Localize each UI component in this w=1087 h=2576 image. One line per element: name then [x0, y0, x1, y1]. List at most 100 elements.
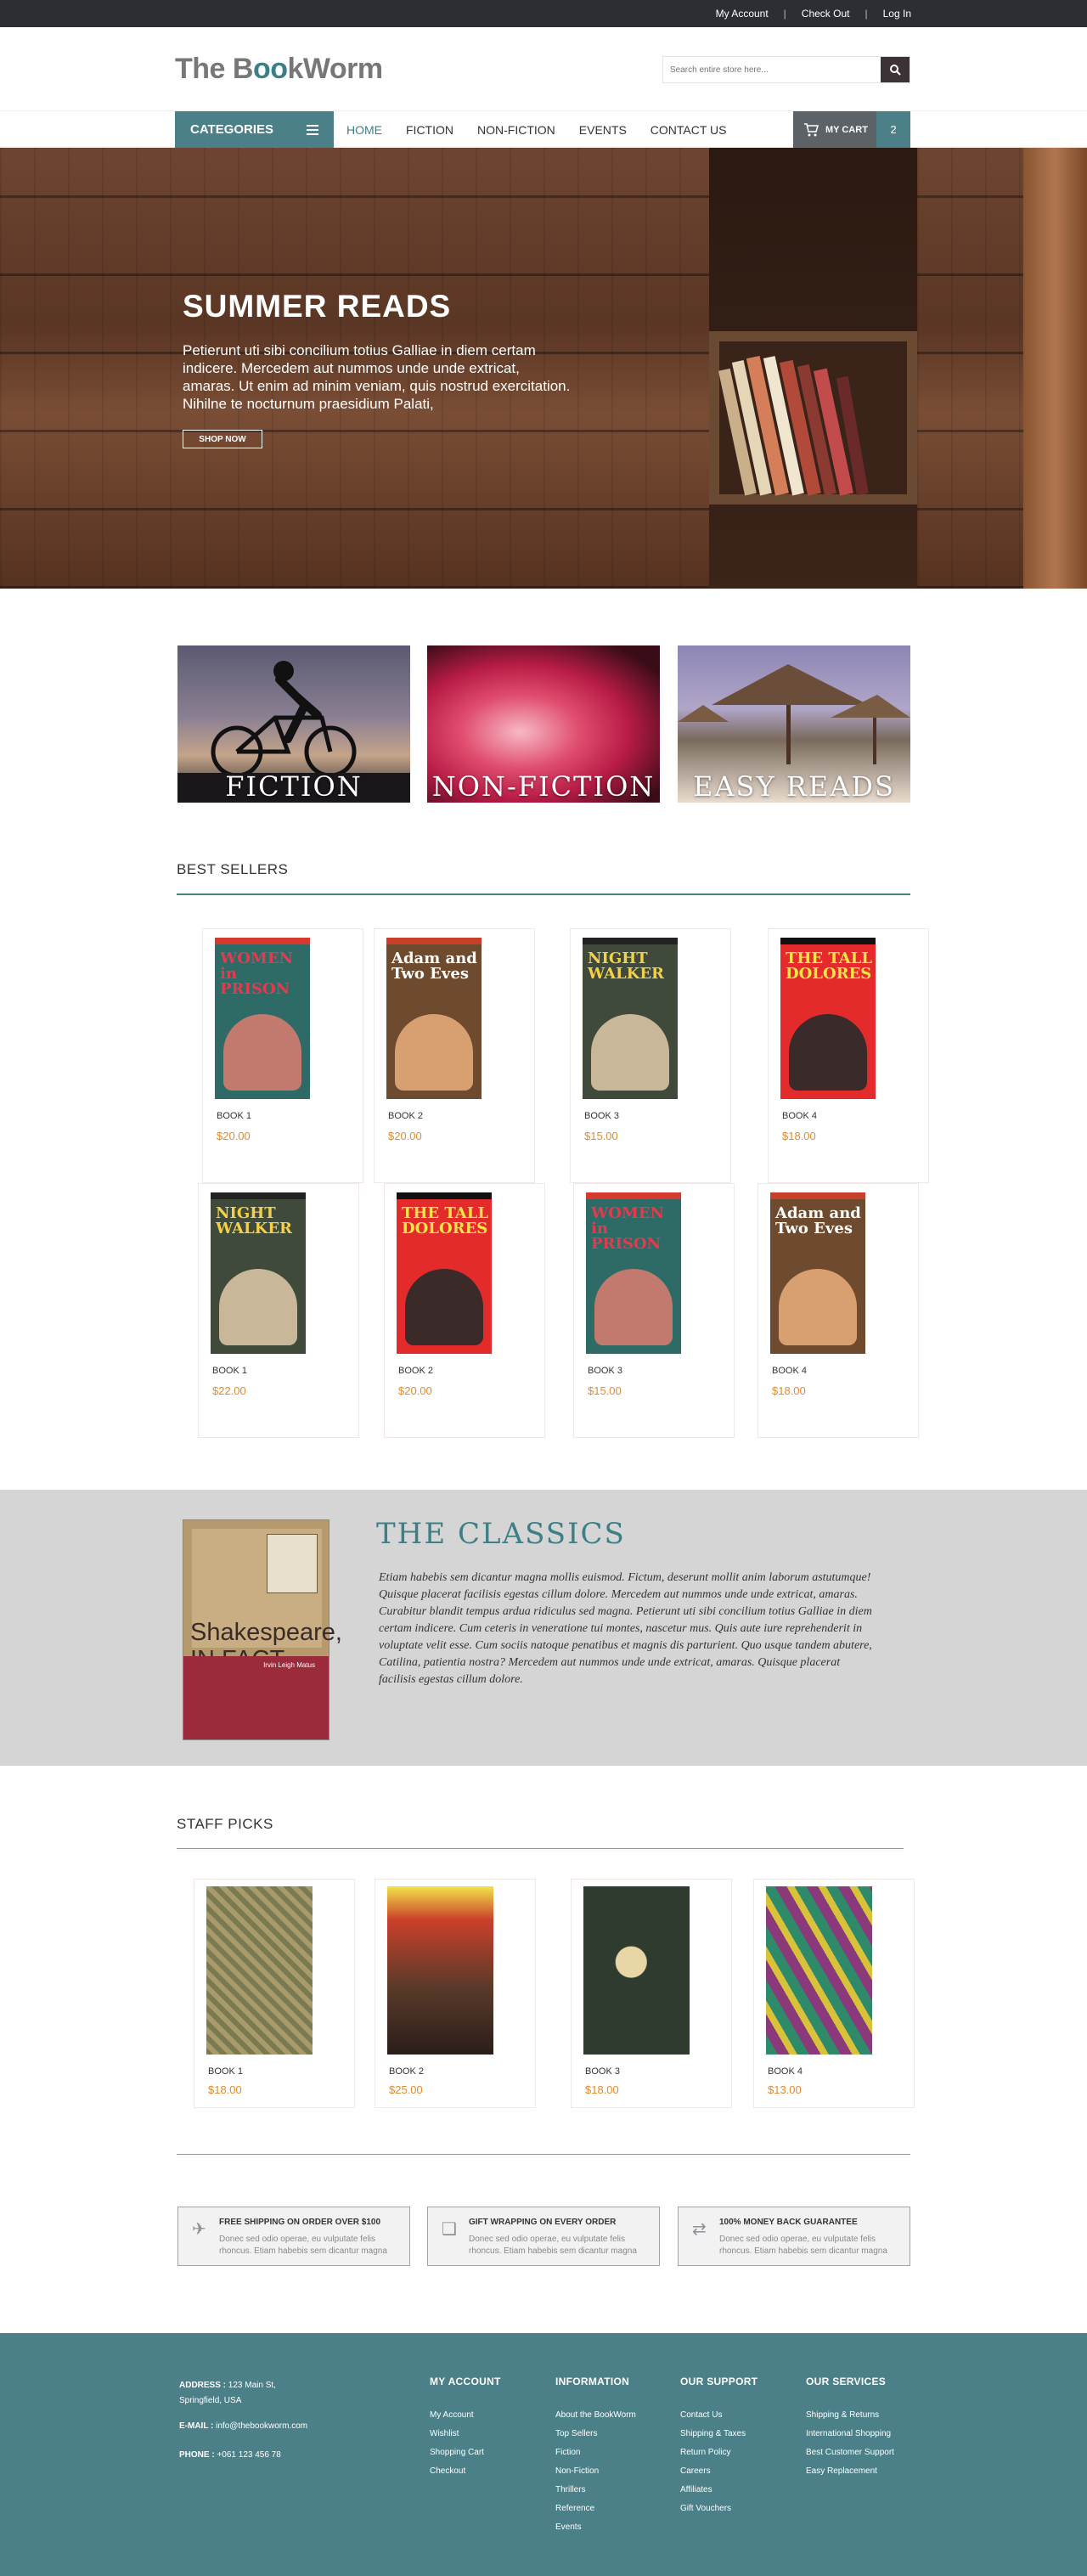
footer-link[interactable]: My Account: [430, 2406, 501, 2425]
staff-pick-card[interactable]: BOOK 1 $18.00: [194, 1879, 355, 2108]
section-divider: [177, 1848, 904, 1849]
header: The BookWorm: [0, 27, 1087, 110]
email-link[interactable]: info@thebookworm.com: [216, 2421, 307, 2431]
product-name[interactable]: BOOK 3: [584, 1111, 619, 1121]
cover-title: WOMEN in PRISON: [220, 950, 293, 998]
product-name[interactable]: BOOK 3: [588, 1366, 622, 1376]
staff-pick-card[interactable]: BOOK 4 $13.00: [753, 1879, 915, 2108]
product-card[interactable]: Adam and Two Eves BOOK 4 $18.00: [758, 1183, 919, 1438]
footer-link[interactable]: Affiliates: [680, 2481, 758, 2500]
product-card[interactable]: WOMEN in PRISON BOOK 1 $20.00: [202, 928, 363, 1183]
footer-link[interactable]: Events: [555, 2518, 636, 2537]
staff-pick-card[interactable]: BOOK 2 $25.00: [375, 1879, 536, 2108]
product-card[interactable]: WOMEN in PRISON BOOK 3 $15.00: [573, 1183, 735, 1438]
address-value: 123 Main St,: [228, 2381, 276, 2390]
product-name[interactable]: BOOK 4: [768, 2066, 803, 2077]
product-card[interactable]: NIGHT WALKER BOOK 3 $15.00: [570, 928, 731, 1183]
login-link[interactable]: Log In: [883, 8, 911, 20]
nav-non-fiction[interactable]: NON-FICTION: [465, 123, 567, 137]
product-price: $20.00: [217, 1130, 251, 1142]
cover-illustration: [591, 1014, 669, 1091]
footer-link[interactable]: Easy Replacement: [806, 2462, 894, 2481]
classics-book-author: Irvin Leigh Matus: [263, 1661, 315, 1669]
cover-band: [780, 938, 876, 944]
product-card[interactable]: NIGHT WALKER BOOK 1 $22.00: [198, 1183, 359, 1438]
cover-title: THE TALL DOLORES: [402, 1204, 489, 1237]
nav-contact-us[interactable]: CONTACT US: [639, 123, 739, 137]
footer-link[interactable]: Thrillers: [555, 2481, 636, 2500]
page: { "topbar": { "links": ["My Account", "C…: [0, 0, 1087, 2576]
email-line: E-MAIL : info@thebookworm.com: [179, 2419, 307, 2434]
staff-pick-card[interactable]: BOOK 3 $18.00: [571, 1879, 732, 2108]
hero-bookshelf-image: [709, 148, 917, 589]
phone-value: +061 123 456 78: [217, 2450, 281, 2460]
feature-box: ❑ GIFT WRAPPING ON EVERY ORDER Donec sed o…: [427, 2207, 660, 2266]
category-tile-easy-reads[interactable]: EASY READS: [678, 645, 910, 803]
categories-button[interactable]: CATEGORIES: [175, 111, 334, 148]
category-tile-non-fiction[interactable]: NON-FICTION: [427, 645, 660, 803]
product-price: $18.00: [772, 1384, 806, 1397]
product-name[interactable]: BOOK 1: [212, 1366, 247, 1376]
nav-links: HOME FICTION NON-FICTION EVENTS CONTACT …: [335, 111, 739, 148]
search-input[interactable]: [663, 57, 881, 82]
cart-count: 2: [876, 111, 910, 148]
category-tile-fiction[interactable]: FICTION: [177, 645, 410, 803]
shop-now-button[interactable]: SHOP NOW: [183, 430, 262, 448]
footer-link-list: Shipping & Returns International Shopping…: [806, 2406, 894, 2481]
footer-link[interactable]: International Shopping: [806, 2425, 894, 2444]
cart-label: MY CART: [825, 124, 868, 135]
footer-link[interactable]: Best Customer Support: [806, 2444, 894, 2462]
classics-text: Etiam habebis sem dicantur magna mollis …: [379, 1571, 872, 1686]
product-name[interactable]: BOOK 2: [388, 1111, 423, 1121]
footer-link[interactable]: Shipping & Returns: [806, 2406, 894, 2425]
product-card[interactable]: Adam and Two Eves BOOK 2 $20.00: [374, 928, 535, 1183]
nav-home[interactable]: HOME: [335, 123, 394, 137]
search-button[interactable]: [881, 57, 910, 82]
footer-contact: ADDRESS : 123 Main St, Springfield, USA …: [179, 2378, 307, 2463]
footer-link[interactable]: Reference: [555, 2500, 636, 2518]
my-account-link[interactable]: My Account: [716, 8, 769, 20]
product-name[interactable]: BOOK 2: [398, 1366, 433, 1376]
product-name[interactable]: BOOK 3: [585, 2066, 620, 2077]
footer-link[interactable]: Careers: [680, 2462, 758, 2481]
staff-picks-heading: STAFF PICKS: [177, 1816, 273, 1832]
classics-book-cover[interactable]: Shakespeare, IN FACT Irvin Leigh Matus: [183, 1519, 342, 1740]
checkout-link[interactable]: Check Out: [802, 8, 850, 20]
footer-link[interactable]: About the BookWorm: [555, 2406, 636, 2425]
cover-illustration: [219, 1269, 297, 1345]
cover-illustration: [223, 1014, 301, 1091]
footer-column: INFORMATION About the BookWorm Top Sellers…: [555, 2376, 636, 2537]
nav-fiction[interactable]: FICTION: [394, 123, 465, 137]
product-card[interactable]: THE TALL DOLORES BOOK 2 $20.00: [384, 1183, 545, 1438]
footer-link[interactable]: Non-Fiction: [555, 2462, 636, 2481]
footer-link[interactable]: Fiction: [555, 2444, 636, 2462]
separator: |: [783, 8, 786, 20]
footer-link[interactable]: Wishlist: [430, 2425, 501, 2444]
logo[interactable]: The BookWorm: [175, 53, 383, 86]
footer-column-title: MY ACCOUNT: [430, 2376, 501, 2387]
feature-description: Donec sed odio operae, eu vulputate feli…: [469, 2235, 637, 2256]
footer-link[interactable]: Shipping & Taxes: [680, 2425, 758, 2444]
product-name[interactable]: BOOK 4: [772, 1366, 807, 1376]
product-name[interactable]: BOOK 4: [782, 1111, 817, 1121]
footer-link[interactable]: Contact Us: [680, 2406, 758, 2425]
footer-column-title: INFORMATION: [555, 2376, 630, 2387]
search-icon: [890, 65, 901, 76]
plane-icon: ✈: [192, 2220, 206, 2239]
footer-link[interactable]: Shopping Cart: [430, 2444, 501, 2462]
product-name[interactable]: BOOK 2: [389, 2066, 424, 2077]
cart-button[interactable]: MY CART 2: [793, 111, 910, 148]
logo-text-part: The B: [175, 53, 253, 85]
footer-link[interactable]: Return Policy: [680, 2444, 758, 2462]
product-name[interactable]: BOOK 1: [217, 1111, 251, 1121]
product-name[interactable]: BOOK 1: [208, 2066, 243, 2077]
book-cover-image: THE TALL DOLORES: [780, 938, 876, 1099]
nav-events[interactable]: EVENTS: [567, 123, 639, 137]
cover-band: [770, 1192, 865, 1199]
product-card[interactable]: THE TALL DOLORES BOOK 4 $18.00: [768, 928, 929, 1183]
footer-link[interactable]: Checkout: [430, 2462, 501, 2481]
book-cover-image: NIGHT WALKER: [583, 938, 678, 1099]
hero-title: SUMMER READS: [183, 289, 452, 324]
footer-link[interactable]: Gift Vouchers: [680, 2500, 758, 2518]
footer-link[interactable]: Top Sellers: [555, 2425, 636, 2444]
